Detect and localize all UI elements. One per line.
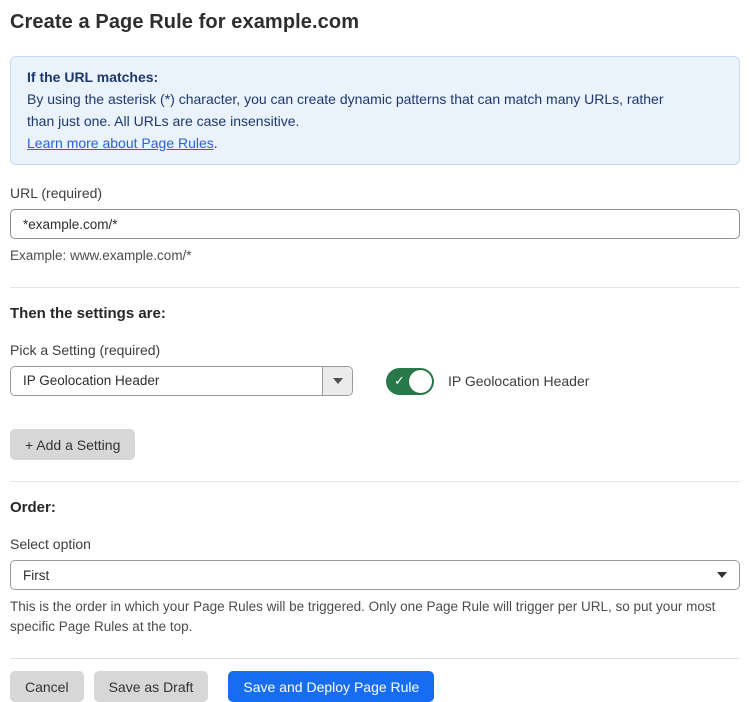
divider — [10, 481, 740, 482]
order-helper: This is the order in which your Page Rul… — [10, 597, 740, 637]
url-label: URL (required) — [10, 185, 740, 201]
page-rule-form: Create a Page Rule for example.com If th… — [0, 11, 750, 702]
order-select-value: First — [23, 568, 49, 583]
page-title: Create a Page Rule for example.com — [10, 11, 740, 34]
check-icon: ✓ — [394, 374, 405, 387]
order-select[interactable]: First — [10, 560, 740, 590]
toggle-label: IP Geolocation Header — [448, 373, 589, 389]
learn-more-link[interactable]: Learn more about Page Rules — [27, 135, 214, 151]
setting-dropdown[interactable]: IP Geolocation Header — [10, 366, 353, 396]
add-setting-button[interactable]: + Add a Setting — [10, 429, 135, 460]
order-heading: Order: — [10, 499, 740, 516]
setting-row: IP Geolocation Header ✓ IP Geolocation H… — [10, 366, 740, 396]
link-suffix: . — [214, 135, 218, 151]
url-match-info-box: If the URL matches: By using the asteris… — [10, 56, 740, 165]
divider — [10, 658, 740, 659]
select-chevron-down-icon — [717, 572, 727, 578]
settings-heading: Then the settings are: — [10, 305, 740, 322]
toggle-group: ✓ IP Geolocation Header — [386, 368, 589, 395]
setting-dropdown-value: IP Geolocation Header — [11, 367, 322, 395]
info-box-heading: If the URL matches: — [27, 66, 723, 88]
setting-dropdown-arrow-button[interactable] — [322, 367, 352, 395]
info-box-link-line: Learn more about Page Rules. — [27, 132, 723, 154]
url-input[interactable] — [10, 209, 740, 239]
select-option-label: Select option — [10, 536, 740, 552]
info-box-body: By using the asterisk (*) character, you… — [27, 88, 687, 132]
divider — [10, 287, 740, 288]
pick-setting-label: Pick a Setting (required) — [10, 342, 740, 358]
chevron-down-icon — [333, 378, 343, 384]
ip-geolocation-toggle[interactable]: ✓ — [386, 368, 434, 395]
toggle-knob — [409, 370, 432, 393]
url-helper: Example: www.example.com/* — [10, 246, 740, 266]
